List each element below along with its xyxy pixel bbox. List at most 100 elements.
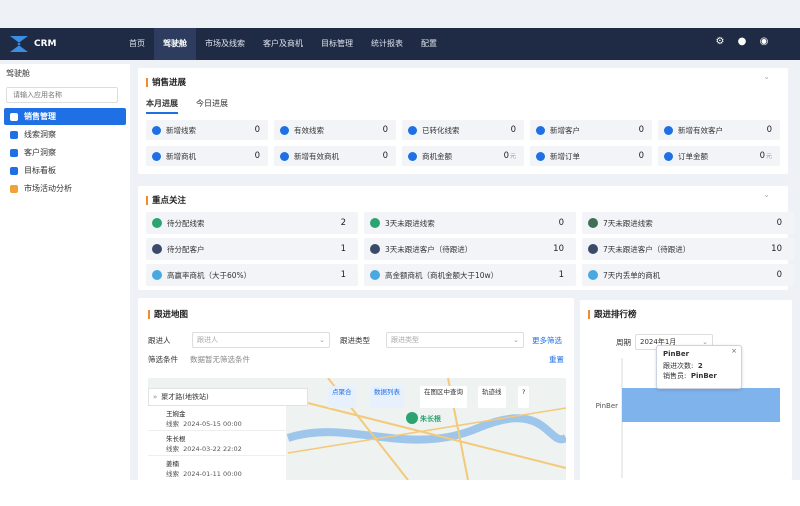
stat-card[interactable]: 新增有效商机 0 [274, 146, 396, 166]
follow-map[interactable]: » 聚才路(地铁站) 点聚合 数据列表 在图区中查询 轨迹线 ? 朱长根 王婉金… [148, 378, 566, 480]
tooltip-count: 2 [697, 362, 703, 370]
stat-card[interactable]: 新增有效客户 0 [658, 120, 780, 140]
focus-card[interactable]: 3天未跟进线索 0 [364, 212, 576, 234]
stat-label: 已转化线索 [422, 125, 460, 135]
focus-label: 3天未跟进线索 [385, 218, 435, 228]
focus-card[interactable]: 7天未跟进线索 0 [582, 212, 794, 234]
stat-card[interactable]: 新增客户 0 [530, 120, 652, 140]
tooltip-title: PinBer [663, 350, 690, 358]
stat-icon [536, 151, 545, 161]
user-icon[interactable]: ● [736, 36, 748, 48]
ranking-bar[interactable] [622, 388, 780, 422]
list-item[interactable]: 朱长根 线索 2024-03-22 22:02 [148, 431, 286, 456]
cluster-button[interactable]: 点聚合 [328, 386, 356, 408]
collapse-icon[interactable]: ⌄ [763, 72, 770, 81]
nav-customers-opportunities[interactable]: 客户及商机 [254, 28, 312, 60]
user-icon [370, 218, 380, 228]
sidebar-item-label: 线索洞察 [24, 130, 56, 139]
record-name: 姜楠 [166, 460, 179, 468]
focus-value: 2 [340, 218, 346, 228]
focus-card[interactable]: 高金额商机（商机金额大于10w） 1 [364, 264, 576, 286]
opportunity-icon [370, 270, 380, 280]
stat-label: 订单金额 [678, 151, 708, 161]
stat-card[interactable]: 新增订单 0 [530, 146, 652, 166]
sales-stats-grid: 新增线索 0 有效线索 0 已转化线索 0 新增客户 0 新增有效客户 0 新增商机 0 新… [146, 120, 780, 166]
list-item[interactable]: 王婉金 线索 2024-05-15 00:00 [148, 406, 286, 431]
record-type: 线索 [166, 420, 179, 428]
focus-label: 待分配线索 [167, 218, 205, 228]
stat-label: 新增商机 [166, 151, 196, 161]
stat-value: 0 [254, 125, 260, 135]
focus-card[interactable]: 7天内丢单的商机 0 [582, 264, 794, 286]
sidebar-title: 驾驶舱 [6, 69, 30, 78]
stat-card[interactable]: 订单金额 0元 [658, 146, 780, 166]
focus-card[interactable]: 待分配线索 2 [146, 212, 358, 234]
stat-card[interactable]: 有效线索 0 [274, 120, 396, 140]
chat-icon[interactable]: ◉ [758, 36, 770, 48]
stat-icon [536, 125, 545, 135]
collapse-list-icon[interactable]: » [153, 393, 157, 401]
sidebar-item-sales-management[interactable]: 销售管理 [4, 108, 126, 125]
focus-value: 10 [553, 244, 564, 254]
nav-market-leads[interactable]: 市场及线索 [196, 28, 254, 60]
area-query-button[interactable]: 在图区中查询 [420, 386, 467, 408]
stat-label: 商机金额 [422, 151, 452, 161]
crm-logo-icon [10, 36, 28, 52]
stat-unit: 元 [509, 153, 516, 160]
stat-value: 0 [759, 151, 765, 161]
sidebar-item-label: 目标看板 [24, 166, 56, 175]
focus-card[interactable]: 7天未跟进客户（待跟进） 10 [582, 238, 794, 260]
data-list-button[interactable]: 数据列表 [370, 386, 404, 408]
tab-today[interactable]: 今日进展 [196, 98, 228, 114]
settings-icon[interactable]: ⚙ [714, 36, 726, 48]
help-icon[interactable]: ? [518, 386, 530, 408]
sidebar-item-campaign-analysis[interactable]: 市场活动分析 [4, 180, 126, 197]
follow-ranking-panel: 跟进排行榜 周期 2024年1月 ⌄ PinBer [580, 300, 792, 480]
nav-goals[interactable]: 目标管理 [312, 28, 362, 60]
follower-placeholder: 跟进人 [197, 336, 218, 344]
sidebar-item-customer-insight[interactable]: 客户洞察 [4, 144, 126, 161]
stat-card[interactable]: 商机金额 0元 [402, 146, 524, 166]
map-search-value: 聚才路(地铁站) [161, 393, 209, 401]
more-filter-link[interactable]: 更多筛选 [532, 335, 562, 346]
filter-condition-label: 筛选条件 [148, 355, 178, 364]
nav-home[interactable]: 首页 [120, 28, 154, 60]
panel-title: 销售进展 [146, 76, 780, 88]
nav-config[interactable]: 配置 [412, 28, 446, 60]
stat-card[interactable]: 已转化线索 0 [402, 120, 524, 140]
collapse-icon[interactable]: ⌄ [763, 190, 770, 199]
type-select[interactable]: 跟进类型 ⌄ [386, 332, 524, 348]
tooltip-count-label: 跟进次数: [663, 362, 694, 370]
focus-label: 7天内丢单的商机 [603, 270, 661, 280]
type-placeholder: 跟进类型 [391, 336, 419, 344]
top-actions: ⚙ ● ◉ [714, 36, 770, 48]
stat-card[interactable]: 新增商机 0 [146, 146, 268, 166]
app-name: CRM [34, 39, 57, 49]
focus-card[interactable]: 3天未跟进客户（待跟进） 10 [364, 238, 576, 260]
reset-link[interactable]: 重置 [549, 354, 564, 365]
app-search-input[interactable] [6, 87, 118, 103]
user-icon [588, 218, 598, 228]
stat-value: 0 [638, 125, 644, 135]
map-search-box[interactable]: » 聚才路(地铁站) [148, 388, 308, 406]
sidebar-item-goal-board[interactable]: 目标看板 [4, 162, 126, 179]
sidebar-item-lead-insight[interactable]: 线索洞察 [4, 126, 126, 143]
nav-reports[interactable]: 统计报表 [362, 28, 412, 60]
heart-icon [588, 244, 598, 254]
list-item[interactable]: 姜楠 线索 2024-01-11 00:00 [148, 456, 286, 480]
nav-dashboard[interactable]: 驾驶舱 [154, 28, 196, 60]
opportunity-icon [588, 270, 598, 280]
stat-label: 有效线索 [294, 125, 324, 135]
sales-progress-panel: 销售进展 ⌄ 本月进展 今日进展 新增线索 0 有效线索 0 已转化线索 0 新增客户… [138, 68, 788, 174]
sidebar-item-label: 客户洞察 [24, 148, 56, 157]
focus-value: 1 [558, 270, 564, 280]
focus-card[interactable]: 高赢率商机（大于60%） 1 [146, 264, 358, 286]
close-icon[interactable]: × [731, 347, 737, 355]
stat-card[interactable]: 新增线索 0 [146, 120, 268, 140]
track-line-button[interactable]: 轨迹线 [478, 386, 506, 408]
map-marker-icon[interactable] [406, 412, 418, 424]
tab-this-month[interactable]: 本月进展 [146, 98, 178, 114]
focus-card[interactable]: 待分配客户 1 [146, 238, 358, 260]
follower-select[interactable]: 跟进人 ⌄ [192, 332, 330, 348]
stat-icon [280, 125, 289, 135]
